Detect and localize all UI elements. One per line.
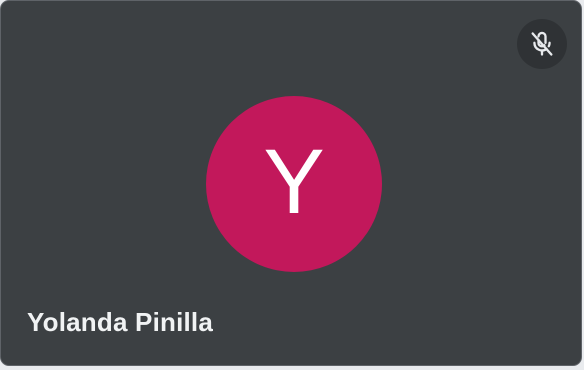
mic-off-icon xyxy=(531,31,553,56)
participant-tile[interactable]: Y Yolanda Pinilla xyxy=(0,0,582,366)
mute-indicator xyxy=(517,19,567,69)
avatar: Y xyxy=(206,96,382,272)
avatar-initial: Y xyxy=(263,131,325,233)
participant-name: Yolanda Pinilla xyxy=(27,307,214,337)
